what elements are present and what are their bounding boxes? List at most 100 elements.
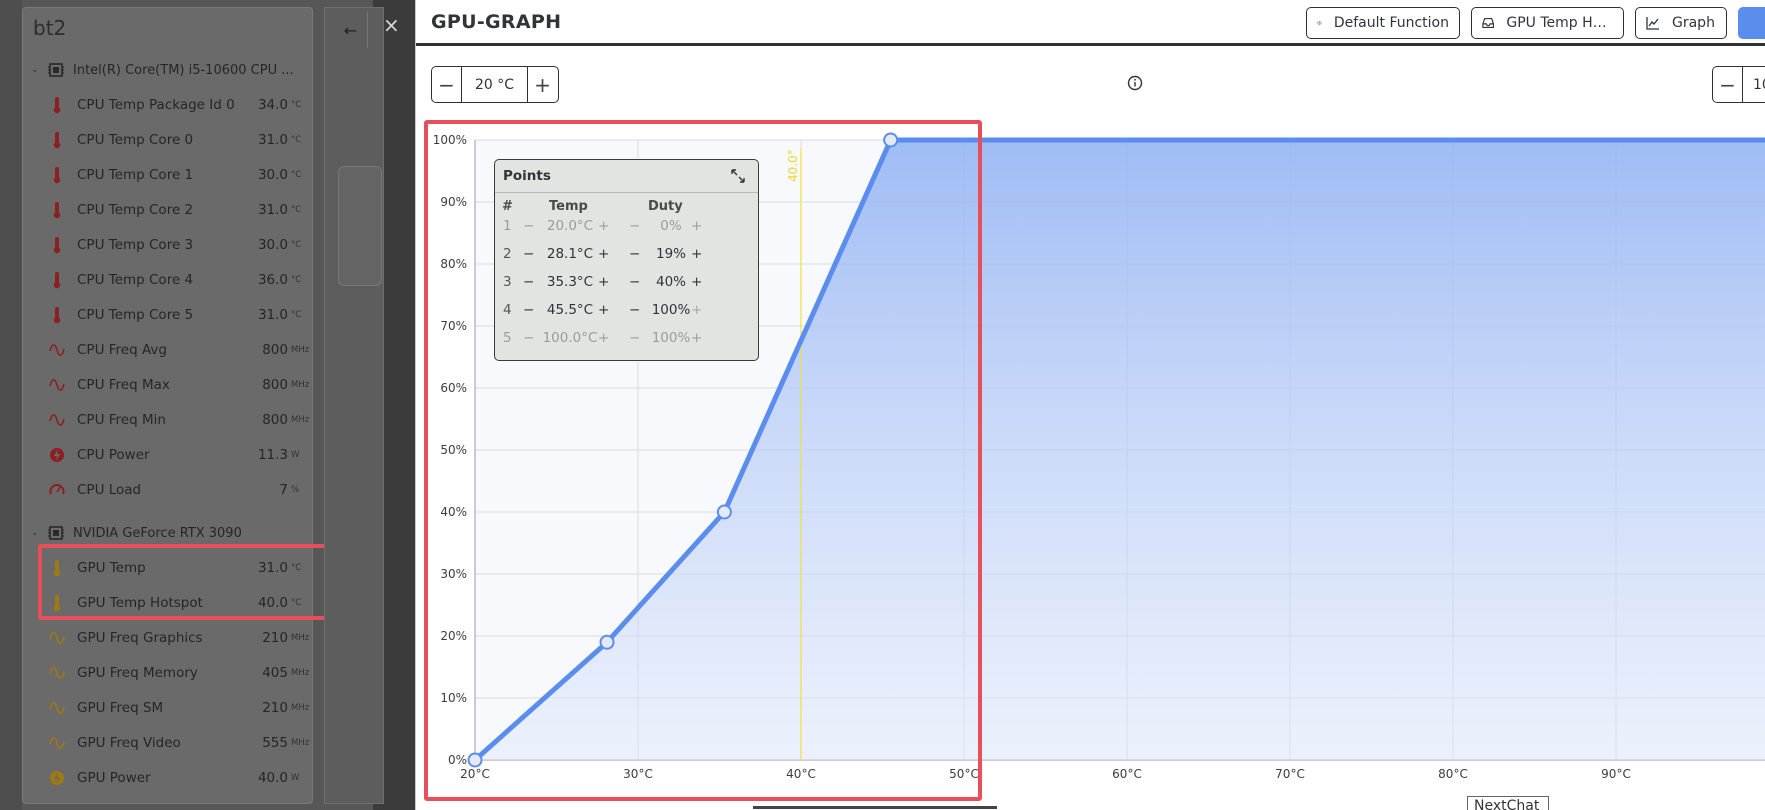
curve-point-handle[interactable] <box>467 752 483 768</box>
temp-increment-button[interactable]: + <box>598 246 609 262</box>
sensor-name: CPU Temp Core 2 <box>77 202 194 218</box>
sensor-row[interactable]: CPU Temp Core 1 30.0 °C <box>49 164 307 186</box>
x-tick-label: 90°C <box>1601 767 1631 781</box>
temp-decrement-button[interactable]: − <box>523 274 534 290</box>
temp-decrement-button[interactable]: − <box>523 246 534 262</box>
temp-increment-button[interactable]: + <box>598 330 609 346</box>
sensor-unit: W <box>291 773 300 783</box>
sensor-row[interactable]: CPU Temp Core 3 30.0 °C <box>49 234 307 256</box>
sensor-unit: °C <box>291 310 302 320</box>
expand-icon[interactable] <box>729 167 747 185</box>
wave-icon <box>49 632 65 644</box>
bolt-icon <box>50 448 64 462</box>
sensor-row[interactable]: GPU Freq Video 555 MHz <box>49 732 310 754</box>
duty-increment-button[interactable]: + <box>691 274 702 290</box>
sensor-value: 7 <box>279 482 288 498</box>
sensor-row[interactable]: CPU Temp Core 4 36.0 °C <box>49 269 307 291</box>
duty-increment-button[interactable]: + <box>691 218 702 234</box>
sensor-row[interactable]: CPU Power 11.3 W <box>49 444 307 466</box>
x-tick-label: 30°C <box>623 767 653 781</box>
chevron-down-icon: ⌄ <box>31 65 39 75</box>
wave-icon <box>49 414 65 426</box>
sensor-row[interactable]: CPU Temp Core 5 31.0 °C <box>49 304 307 326</box>
points-popup-title: Points <box>503 168 551 184</box>
wave-icon <box>49 379 65 391</box>
back-arrow-icon[interactable]: ← <box>334 12 368 48</box>
duty-decrement-button[interactable]: − <box>629 274 640 290</box>
sensor-value: 31.0 <box>257 202 288 218</box>
sensor-row[interactable]: GPU Power 40.0 W <box>49 767 307 789</box>
duty-decrement-button[interactable]: − <box>629 246 640 262</box>
fan-curve-chart[interactable]: 0%10%20%30%40%50%60%70%80%90%100% 20°C 30… <box>416 0 1765 810</box>
sensor-name: GPU Power <box>77 770 151 786</box>
temp-decrement-button[interactable]: − <box>523 330 534 346</box>
x-tick-label: 60°C <box>1112 767 1142 781</box>
duty-increment-button[interactable]: + <box>691 330 702 346</box>
sensor-row[interactable]: CPU Freq Min 800 MHz <box>49 409 309 431</box>
duty-decrement-button[interactable]: − <box>629 330 640 346</box>
sensor-value: 11.3 <box>257 447 288 463</box>
sensor-row[interactable]: GPU Freq Graphics 210 MHz <box>49 627 309 649</box>
device-header-gpu[interactable]: ⌄ NVIDIA GeForce RTX 3090 <box>31 523 242 543</box>
sensor-row[interactable]: CPU Temp Core 0 31.0 °C <box>49 129 307 151</box>
sensor-row[interactable]: CPU Temp Core 2 31.0 °C <box>49 199 307 221</box>
sensor-row[interactable]: GPU Freq Memory 405 MHz <box>49 662 309 684</box>
sensor-name: GPU Freq Video <box>77 735 181 751</box>
sensor-row[interactable]: CPU Freq Avg 800 MHz <box>49 339 310 361</box>
sensor-unit: MHz <box>291 380 310 390</box>
sensor-value: 800 <box>262 377 288 393</box>
sensor-name: CPU Temp Core 5 <box>77 307 194 323</box>
temp-increment-button[interactable]: + <box>598 302 609 318</box>
x-axis-ticks: 20°C30°C40°C50°C60°C70°C80°C90°C1 <box>460 767 1631 781</box>
y-tick-label: 0% <box>448 753 467 767</box>
sensor-value: 40.0 <box>257 770 288 786</box>
sensor-unit: MHz <box>291 345 310 355</box>
sensor-row[interactable]: CPU Freq Max 800 MHz <box>49 374 310 396</box>
x-tick-label: 40°C <box>786 767 816 781</box>
curve-point-handle[interactable] <box>883 132 899 148</box>
sensor-name: CPU Freq Avg <box>77 342 167 358</box>
horizontal-scrollbar[interactable] <box>753 806 997 809</box>
sensor-unit: °C <box>291 240 302 250</box>
sensor-unit: °C <box>291 100 302 110</box>
y-tick-label: 60% <box>440 381 467 395</box>
temp-increment-button[interactable]: + <box>598 274 609 290</box>
sensor-name: CPU Temp Core 3 <box>77 237 194 253</box>
curve-point-handle[interactable] <box>599 634 615 650</box>
close-icon[interactable]: × <box>383 13 400 37</box>
fan-card <box>338 166 382 286</box>
duty-decrement-button[interactable]: − <box>629 302 640 318</box>
point-index: 1 <box>503 218 512 234</box>
gauge-icon <box>49 484 65 495</box>
sensor-value: 34.0 <box>257 97 288 113</box>
sensor-value: 30.0 <box>257 167 288 183</box>
temp-decrement-button[interactable]: − <box>523 218 534 234</box>
duty-decrement-button[interactable]: − <box>629 218 640 234</box>
point-index: 3 <box>503 274 512 290</box>
gpu-graph-dialog: GPU-GRAPH Default Function GPU Temp Hots… <box>415 0 1765 810</box>
sensor-name: GPU Freq Memory <box>77 665 198 681</box>
sensor-value: 210 <box>262 700 288 716</box>
sensor-row[interactable]: CPU Load 7% <box>49 479 307 501</box>
point-index: 5 <box>503 330 512 346</box>
y-tick-label: 70% <box>440 319 467 333</box>
device-header-cpu[interactable]: ⌄ Intel(R) Core(TM) i5-10600 CPU ... <box>31 60 294 80</box>
temp-decrement-button[interactable]: − <box>523 302 534 318</box>
y-tick-label: 90% <box>440 195 467 209</box>
temp-increment-button[interactable]: + <box>598 218 609 234</box>
point-temp: 100.0°C <box>542 330 598 346</box>
curve-point-handle[interactable] <box>716 504 732 520</box>
sensor-name: CPU Load <box>77 482 142 498</box>
wave-icon <box>49 344 65 356</box>
x-tick-label: 70°C <box>1275 767 1305 781</box>
sensor-unit: MHz <box>291 738 310 748</box>
duty-increment-button[interactable]: + <box>691 302 702 318</box>
duty-increment-button[interactable]: + <box>691 246 702 262</box>
app-title: bt2 <box>33 16 67 40</box>
sensor-row[interactable]: CPU Temp Package Id 0 34.0 °C <box>49 94 307 116</box>
thermometer-icon <box>53 307 61 324</box>
sensor-row[interactable]: GPU Freq SM 210 MHz <box>49 697 309 719</box>
points-popup: Points # Temp Duty 1−20.0°C + −0% +2−28.1°C… <box>494 159 759 361</box>
sensor-unit: % <box>291 485 300 495</box>
sensor-value: 555 <box>262 735 288 751</box>
